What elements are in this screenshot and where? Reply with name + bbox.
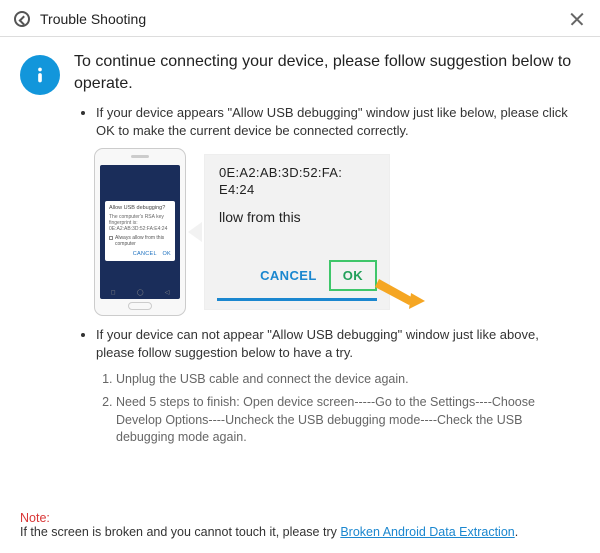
ok-button: OK (329, 260, 377, 291)
callout-pointer (188, 222, 202, 242)
phone-mockup: Allow USB debugging? The computer's RSA … (94, 148, 186, 316)
footer-note: Note: If the screen is broken and you ca… (0, 503, 600, 553)
headline: To continue connecting your device, plea… (74, 51, 580, 96)
app-icon (14, 11, 30, 27)
phone-dialog-checkbox: Always allow from this computer (115, 235, 171, 247)
phone-ok: OK (162, 251, 171, 257)
phone-cancel: CANCEL (133, 251, 157, 257)
step-item: Need 5 steps to finish: Open device scre… (116, 394, 580, 447)
mac-line2: E4:24 (219, 182, 383, 199)
main-text: To continue connecting your device, plea… (74, 51, 580, 495)
steps-list: Unplug the USB cable and connect the dev… (96, 371, 580, 447)
note-label: Note: (20, 511, 50, 525)
dialog-title: Trouble Shooting (40, 11, 146, 27)
troubleshooting-dialog: Trouble Shooting To continue connecting … (0, 0, 600, 553)
step-item: Unplug the USB cable and connect the dev… (116, 371, 580, 389)
info-icon (20, 55, 60, 95)
arrow-icon (375, 275, 425, 311)
cancel-button: CANCEL (260, 268, 317, 283)
bullet-cannot-appear: If your device can not appear "Allow USB… (96, 326, 580, 446)
phone-dialog-title: Allow USB debugging? (109, 205, 171, 211)
bullet-usb-allow: If your device appears "Allow USB debugg… (96, 104, 580, 316)
broken-android-link[interactable]: Broken Android Data Extraction (340, 525, 514, 539)
titlebar: Trouble Shooting (0, 0, 600, 37)
illustration: Allow USB debugging? The computer's RSA … (94, 148, 580, 316)
mac-line1: 0E:A2:AB:3D:52:FA: (219, 165, 383, 182)
phone-nav-icons: ◻◯◁ (100, 289, 180, 296)
content-area: To continue connecting your device, plea… (0, 37, 600, 503)
note-text: If the screen is broken and you cannot t… (20, 525, 340, 539)
zoom-underline (217, 298, 377, 301)
zoom-panel: 0E:A2:AB:3D:52:FA: E4:24 llow from this … (204, 154, 390, 310)
phone-dialog-body: The computer's RSA key fingerprint is: 0… (109, 214, 171, 232)
bullet2-text: If your device can not appear "Allow USB… (96, 326, 580, 362)
phone-dialog: Allow USB debugging? The computer's RSA … (105, 201, 175, 261)
zoom-prompt: llow from this (219, 209, 383, 225)
bullet1-text: If your device appears "Allow USB debugg… (96, 104, 580, 140)
close-icon[interactable] (566, 8, 588, 30)
note-suffix: . (515, 525, 518, 539)
